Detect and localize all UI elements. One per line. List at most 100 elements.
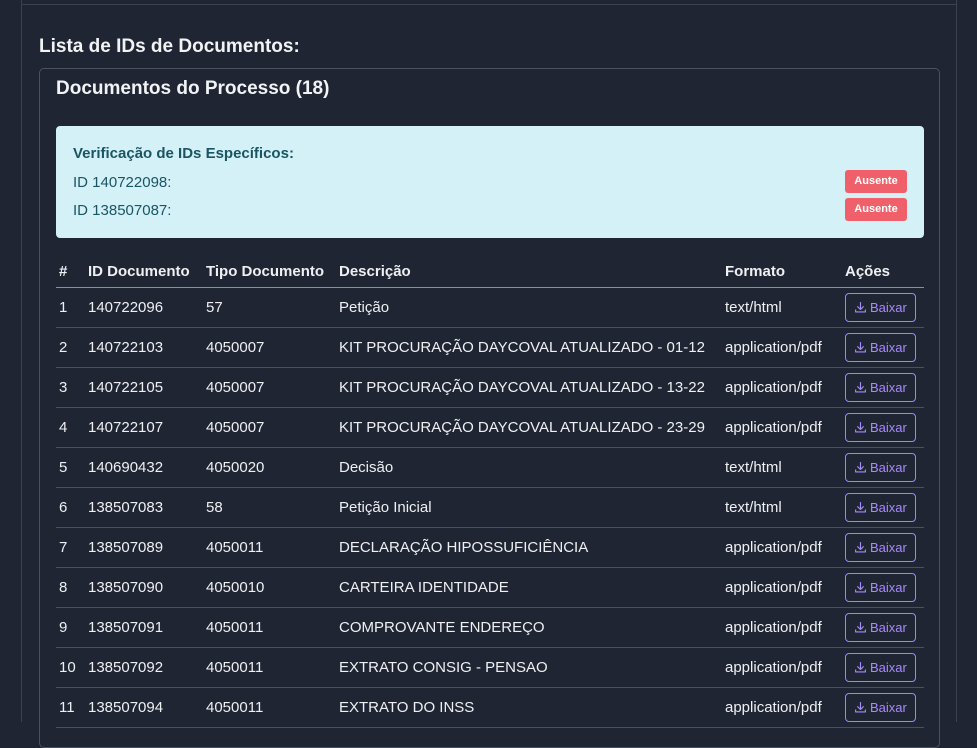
column-header-number: #	[56, 256, 85, 288]
download-button-label: Baixar	[870, 500, 907, 515]
table-row: 4 140722107 4050007 KIT PROCURAÇÃO DAYCOVAL…	[56, 407, 924, 448]
cell-format: application/pdf	[722, 527, 842, 568]
download-icon	[855, 382, 866, 393]
alert-title: Verificação de IDs Específicos:	[73, 145, 294, 162]
table-row: 3 140722105 4050007 KIT PROCURAÇÃO DAYCOVAL…	[56, 367, 924, 408]
status-badge: Ausente	[845, 170, 907, 193]
download-button-label: Baixar	[870, 460, 907, 475]
cell-format: application/pdf	[722, 367, 842, 408]
column-header-description: Descrição	[336, 256, 722, 288]
cell-document-type: 4050007	[203, 367, 336, 408]
cell-format: application/pdf	[722, 407, 842, 448]
download-button-label: Baixar	[870, 340, 907, 355]
cell-actions: Baixar	[842, 647, 924, 688]
cell-document-id: 138507083	[85, 487, 203, 528]
documents-table: # ID Documento Tipo Documento Descrição …	[56, 256, 924, 728]
cell-description: COMPROVANTE ENDEREÇO	[336, 607, 722, 648]
download-icon	[855, 662, 866, 673]
cell-document-id: 138507091	[85, 607, 203, 648]
cell-number: 10	[56, 647, 85, 688]
download-button[interactable]: Baixar	[845, 413, 916, 442]
download-icon	[855, 302, 866, 313]
cell-format: application/pdf	[722, 607, 842, 648]
cell-number: 3	[56, 367, 85, 408]
column-header-actions: Ações	[842, 256, 924, 288]
cell-actions: Baixar	[842, 567, 924, 608]
column-header-id: ID Documento	[85, 256, 203, 288]
download-button-label: Baixar	[870, 700, 907, 715]
section-title: Lista de IDs de Documentos:	[39, 36, 300, 57]
id-check-label: ID 140722098:	[73, 174, 172, 191]
download-icon	[855, 702, 866, 713]
table-row: 8 138507090 4050010 CARTEIRA IDENTIDADE appl…	[56, 567, 924, 608]
download-button[interactable]: Baixar	[845, 493, 916, 522]
table-row: 1 140722096 57 Petição text/html Baixar	[56, 287, 924, 328]
cell-description: KIT PROCURAÇÃO DAYCOVAL ATUALIZADO - 13-…	[336, 367, 722, 408]
top-border	[21, 4, 957, 5]
status-badge: Ausente	[845, 198, 907, 221]
cell-actions: Baixar	[842, 487, 924, 528]
download-icon	[855, 342, 866, 353]
cell-actions: Baixar	[842, 407, 924, 448]
download-icon	[855, 502, 866, 513]
id-check-label: ID 138507087:	[73, 202, 172, 219]
cell-description: KIT PROCURAÇÃO DAYCOVAL ATUALIZADO - 23-…	[336, 407, 722, 448]
table-row: 2 140722103 4050007 KIT PROCURAÇÃO DAYCOVAL…	[56, 327, 924, 368]
cell-description: KIT PROCURAÇÃO DAYCOVAL ATUALIZADO - 01-…	[336, 327, 722, 368]
cell-number: 8	[56, 567, 85, 608]
table-row: 6 138507083 58 Petição Inicial text/html Baix…	[56, 487, 924, 528]
cell-document-id: 140722103	[85, 327, 203, 368]
download-button[interactable]: Baixar	[845, 693, 916, 722]
cell-description: Petição	[336, 287, 722, 328]
left-border	[21, 0, 22, 722]
cell-number: 6	[56, 487, 85, 528]
download-button-label: Baixar	[870, 380, 907, 395]
cell-document-type: 4050007	[203, 327, 336, 368]
cell-format: text/html	[722, 287, 842, 328]
cell-description: Decisão	[336, 447, 722, 488]
download-button[interactable]: Baixar	[845, 613, 916, 642]
download-icon	[855, 582, 866, 593]
cell-format: text/html	[722, 447, 842, 488]
card-title: Documentos do Processo (18)	[56, 78, 330, 99]
cell-document-type: 4050011	[203, 647, 336, 688]
download-icon	[855, 462, 866, 473]
right-border	[956, 0, 957, 722]
table-row: 9 138507091 4050011 COMPROVANTE ENDEREÇO app…	[56, 607, 924, 648]
table-row: 7 138507089 4050011 DECLARAÇÃO HIPOSSUFICIÊ…	[56, 527, 924, 568]
download-icon	[855, 622, 866, 633]
download-button[interactable]: Baixar	[845, 653, 916, 682]
column-header-type: Tipo Documento	[203, 256, 336, 288]
download-button[interactable]: Baixar	[845, 373, 916, 402]
cell-number: 1	[56, 287, 85, 328]
cell-description: DECLARAÇÃO HIPOSSUFICIÊNCIA	[336, 527, 722, 568]
cell-actions: Baixar	[842, 527, 924, 568]
download-button[interactable]: Baixar	[845, 573, 916, 602]
download-button[interactable]: Baixar	[845, 533, 916, 562]
download-button[interactable]: Baixar	[845, 333, 916, 362]
table-row: 10 138507092 4050011 EXTRATO CONSIG - PENSA…	[56, 647, 924, 688]
cell-number: 9	[56, 607, 85, 648]
cell-actions: Baixar	[842, 287, 924, 328]
cell-number: 2	[56, 327, 85, 368]
cell-format: text/html	[722, 487, 842, 528]
download-button[interactable]: Baixar	[845, 293, 916, 322]
download-button-label: Baixar	[870, 620, 907, 635]
cell-format: application/pdf	[722, 647, 842, 688]
cell-number: 5	[56, 447, 85, 488]
cell-document-id: 140690432	[85, 447, 203, 488]
id-verification-alert: Verificação de IDs Específicos: ID 14072…	[56, 126, 924, 238]
download-button-label: Baixar	[870, 660, 907, 675]
download-button-label: Baixar	[870, 580, 907, 595]
cell-actions: Baixar	[842, 447, 924, 488]
cell-document-type: 57	[203, 287, 336, 328]
download-button[interactable]: Baixar	[845, 453, 916, 482]
cell-actions: Baixar	[842, 327, 924, 368]
cell-format: application/pdf	[722, 567, 842, 608]
cell-actions: Baixar	[842, 367, 924, 408]
cell-document-type: 4050007	[203, 407, 336, 448]
cell-document-id: 138507089	[85, 527, 203, 568]
download-icon	[855, 422, 866, 433]
table-header-row: # ID Documento Tipo Documento Descrição …	[56, 256, 924, 288]
cell-description: Petição Inicial	[336, 487, 722, 528]
